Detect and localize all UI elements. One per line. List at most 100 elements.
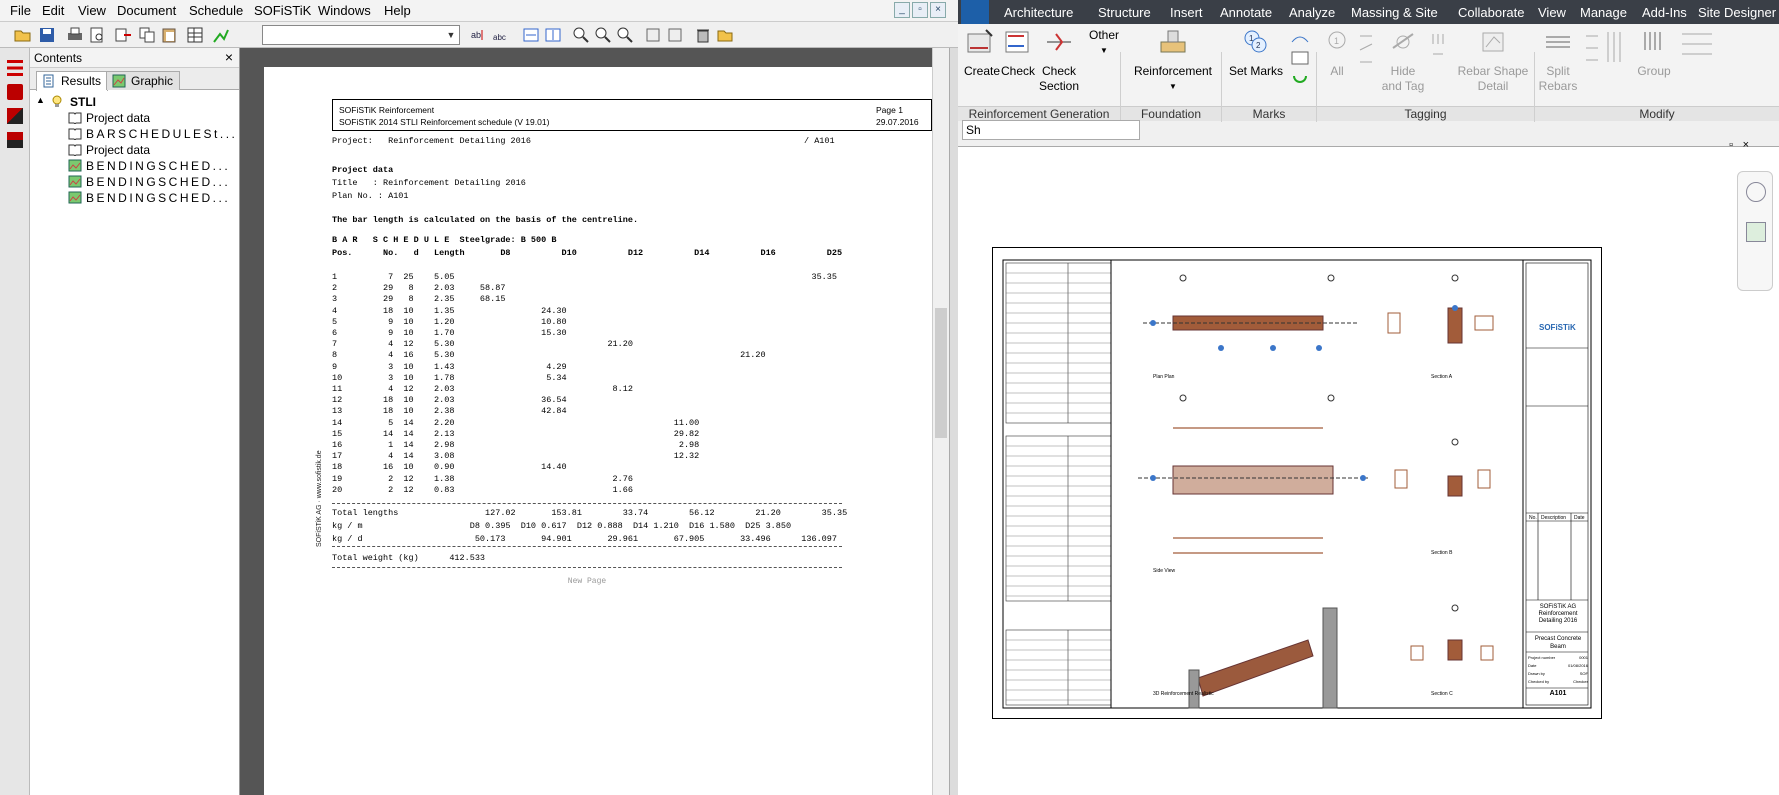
steering-wheel-icon[interactable] — [1746, 182, 1766, 202]
close-icon[interactable]: × — [225, 49, 233, 65]
hide-and-tag-button[interactable]: Hide and Tag — [1378, 28, 1428, 94]
total-weight-line: Total weight (kg) 412.533 — [332, 553, 486, 563]
create-button[interactable]: Create — [964, 28, 1001, 79]
copy-icon[interactable] — [138, 26, 156, 44]
delete-icon[interactable] — [694, 26, 712, 44]
tab-analyze[interactable]: Analyze — [1289, 5, 1335, 20]
tab-results[interactable]: Results — [36, 71, 109, 91]
menu-edit[interactable]: Edit — [42, 3, 64, 18]
view-restore-icon[interactable]: ▫ — [1729, 139, 1733, 151]
reinforcement-label: Reinforcement — [1133, 64, 1213, 78]
paste-icon[interactable] — [160, 26, 178, 44]
tree-node-bending-schedule-2[interactable]: BENDINGSCHED... — [30, 174, 239, 190]
plan-line: Plan No. : A101 — [332, 191, 409, 201]
fit-width-icon[interactable] — [522, 26, 540, 44]
header-left-2: SOFiSTiK 2014 STLI Reinforcement schedul… — [339, 117, 550, 127]
collapse-icon[interactable]: ▲ — [36, 95, 45, 105]
marks-tools[interactable] — [1288, 28, 1312, 96]
menu-file[interactable]: File — [10, 3, 31, 18]
tab-view[interactable]: View — [1538, 5, 1566, 20]
table-icon[interactable] — [186, 26, 204, 44]
close-button[interactable]: × — [930, 2, 946, 18]
section-icon[interactable] — [7, 108, 23, 124]
restore-button[interactable]: ▫ — [912, 2, 928, 18]
find-icon[interactable]: ab — [470, 26, 488, 44]
drawing-svg — [1002, 259, 1592, 709]
centreline-note: The bar length is calculated on the basi… — [332, 215, 639, 225]
reinforcement-button[interactable]: Reinforcement ▼ — [1128, 28, 1218, 94]
tab-manage[interactable]: Manage — [1580, 5, 1627, 20]
view-close-icon[interactable]: × — [1743, 139, 1749, 151]
graphic-icon[interactable] — [212, 26, 230, 44]
split-rebars-button[interactable]: Split Rebars — [1538, 28, 1578, 94]
info-value: SOF — [1579, 671, 1588, 676]
tag-tools-icon — [1359, 35, 1373, 63]
replace-icon[interactable]: abc — [492, 26, 510, 44]
fit-height-icon[interactable] — [544, 26, 562, 44]
menu-help[interactable]: Help — [384, 3, 411, 18]
page-select-combo[interactable]: ▼ — [262, 25, 460, 45]
print-preview-icon[interactable] — [88, 26, 106, 44]
menu-sofistik[interactable]: SOFiSTiK — [254, 3, 311, 18]
zoom-page-icon[interactable] — [616, 26, 634, 44]
svg-text:ab: ab — [471, 30, 481, 40]
save-icon[interactable] — [38, 26, 56, 44]
schedule-row: 18 16 10 0.90 14.40 — [332, 462, 567, 473]
view-label-plan: Plan Plan — [1153, 374, 1175, 380]
print-icon[interactable] — [66, 26, 84, 44]
zoom-in-icon[interactable] — [572, 26, 590, 44]
create-label: Create — [964, 64, 1001, 78]
list-icon[interactable] — [7, 60, 23, 76]
zoom-out-icon[interactable] — [594, 26, 612, 44]
modify-tools[interactable] — [1582, 28, 1628, 72]
scrollbar-thumb[interactable] — [935, 308, 947, 438]
modify-extra-tools[interactable] — [1678, 28, 1718, 72]
chevron-down-icon[interactable]: ▼ — [443, 26, 459, 44]
set-marks-button[interactable]: 12 Set Marks — [1226, 28, 1286, 79]
tab-site-designer[interactable]: Site Designer — [1698, 5, 1776, 20]
open-icon[interactable] — [14, 26, 32, 44]
tree-node-bending-schedule-1[interactable]: BENDINGSCHED... — [30, 158, 239, 174]
tab-architecture[interactable]: Architecture — [1004, 5, 1073, 20]
header-page: Page 1 — [876, 105, 903, 115]
stack-icon[interactable] — [7, 132, 23, 148]
tree-node-project-data[interactable]: Project data — [30, 110, 239, 126]
menu-schedule[interactable]: Schedule — [189, 3, 243, 18]
view-type-combo[interactable]: Sh — [962, 120, 1140, 140]
check-button[interactable]: Check — [1000, 28, 1036, 79]
tag-tools[interactable] — [1356, 28, 1376, 72]
chevron-down-icon: ▼ — [1169, 82, 1177, 91]
schedule-row: 7 4 12 5.30 21.20 — [332, 339, 633, 350]
minimize-button[interactable]: _ — [894, 2, 910, 18]
menu-windows[interactable]: Windows — [318, 3, 371, 18]
tab-annotate[interactable]: Annotate — [1220, 5, 1272, 20]
group-button[interactable]: Group — [1634, 28, 1674, 79]
next-page-icon[interactable] — [666, 26, 684, 44]
tag-extra-tools[interactable] — [1430, 28, 1446, 72]
rebar-shape-detail-button[interactable]: Rebar Shape Detail — [1456, 28, 1530, 94]
tab-structure[interactable]: Structure — [1098, 5, 1151, 20]
vertical-scrollbar[interactable] — [932, 48, 949, 795]
table-red-icon[interactable] — [7, 84, 23, 100]
export-icon[interactable] — [114, 26, 132, 44]
tab-collaborate[interactable]: Collaborate — [1458, 5, 1525, 20]
revit-logo-icon[interactable] — [961, 0, 989, 24]
tab-add-ins[interactable]: Add-Ins — [1642, 5, 1687, 20]
schedule-row: 9 3 10 1.43 4.29 — [332, 361, 567, 372]
all-button[interactable]: 1 All — [1320, 28, 1354, 79]
navigation-bar[interactable] — [1737, 171, 1773, 291]
tab-insert[interactable]: Insert — [1170, 5, 1203, 20]
tab-massing-site[interactable]: Massing & Site — [1351, 5, 1438, 20]
other-dropdown[interactable]: Other ▼ — [1084, 28, 1124, 58]
check-section-button[interactable]: Check Section — [1038, 28, 1080, 94]
tree-node-bending-schedule-3[interactable]: BENDINGSCHED... — [30, 190, 239, 206]
folder-icon[interactable] — [716, 26, 734, 44]
menu-view[interactable]: View — [78, 3, 106, 18]
tab-graphic[interactable]: Graphic — [106, 71, 181, 90]
tree-node-bar-schedule[interactable]: BARSCHEDULESt... — [30, 126, 239, 142]
tree-node-stli[interactable]: ▲ STLI — [30, 94, 239, 110]
zoom-region-icon[interactable] — [1746, 222, 1766, 242]
tree-node-project-data-2[interactable]: Project data — [30, 142, 239, 158]
previous-page-icon[interactable] — [644, 26, 662, 44]
menu-document[interactable]: Document — [117, 3, 176, 18]
